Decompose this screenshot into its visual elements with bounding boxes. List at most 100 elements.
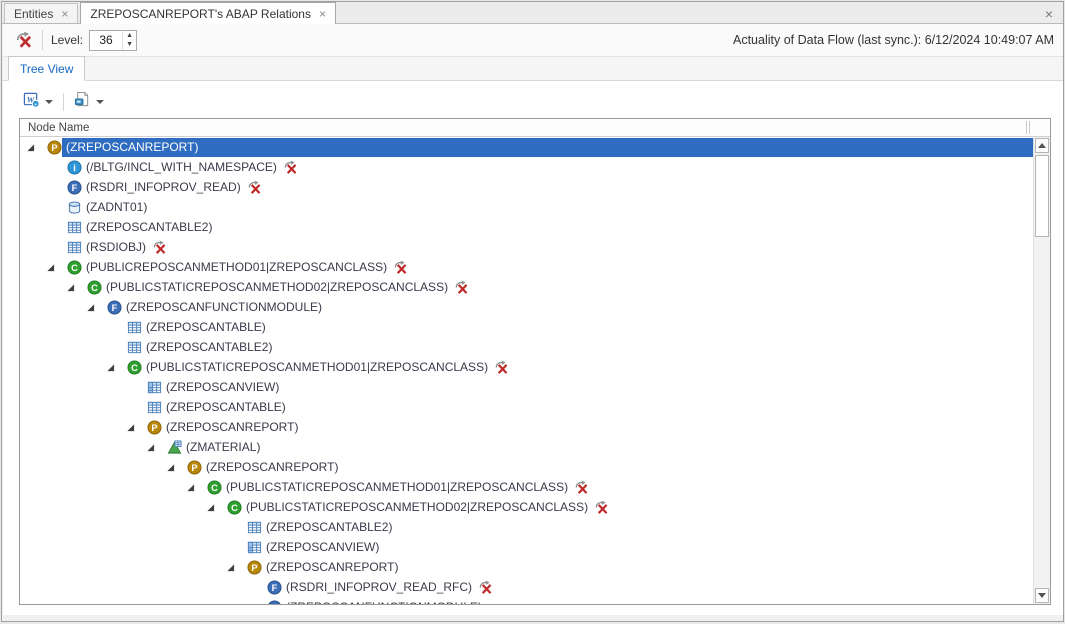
tree-row[interactable]: (ZREPOSCANVIEW) <box>20 537 1033 557</box>
node-label[interactable]: (RSDRI_INFOPROV_READ_RFC) <box>282 578 476 597</box>
svg-text:F: F <box>71 182 77 192</box>
tree-row[interactable]: (ZMATERIAL) <box>20 437 1033 457</box>
tree-row[interactable]: (ZREPOSCANTABLE2) <box>20 217 1033 237</box>
tree-row[interactable]: (ZREPOSCANTABLE2) <box>20 517 1033 537</box>
tree-row[interactable]: (ZADNT01) <box>20 197 1033 217</box>
tree-row[interactable]: C(PUBLICSTATICREPOSCANMETHOD02|ZREPOSCAN… <box>20 497 1033 517</box>
scroll-down-icon[interactable] <box>1035 588 1049 603</box>
expand-arrow-icon[interactable] <box>86 297 106 317</box>
app-window: Entities × ZREPOSCANREPORT's ABAP Relati… <box>1 1 1064 622</box>
tree-row[interactable]: F (RSDRI_INFOPROV_READ) <box>20 177 1033 197</box>
node-label[interactable]: (ZMATERIAL) <box>182 438 264 457</box>
tree-row[interactable]: C(PUBLICREPOSCANMETHOD01|ZREPOSCANCLASS) <box>20 257 1033 277</box>
node-label[interactable]: (ZREPOSCANVIEW) <box>162 378 283 397</box>
tree-row[interactable]: P(ZREPOSCANREPORT) <box>20 137 1033 157</box>
expand-arrow-icon[interactable] <box>106 357 126 377</box>
tree-row[interactable]: F(RSDRI_INFOPROV_READ_RFC) <box>20 577 1033 597</box>
table-icon <box>66 239 82 255</box>
node-label[interactable]: (RSDIOBJ) <box>82 238 150 257</box>
remove-relation-icon[interactable] <box>454 280 469 295</box>
scroll-up-icon[interactable] <box>1035 138 1049 153</box>
tree-row[interactable]: C(PUBLICSTATICREPOSCANMETHOD01|ZREPOSCAN… <box>20 477 1033 497</box>
expand-arrow-icon[interactable] <box>126 417 146 437</box>
vertical-scrollbar[interactable] <box>1033 137 1050 604</box>
chevron-down-icon[interactable] <box>45 100 53 104</box>
node-label[interactable]: (ZADNT01) <box>82 198 151 217</box>
node-label[interactable]: (PUBLICSTATICREPOSCANMETHOD01|ZREPOSCANC… <box>142 358 492 377</box>
expand-arrow-icon[interactable] <box>66 277 86 297</box>
tab-entities[interactable]: Entities × <box>4 3 78 23</box>
tabstrip-close-icon[interactable]: × <box>1045 6 1053 22</box>
node-label[interactable]: (PUBLICSTATICREPOSCANMETHOD01|ZREPOSCANC… <box>222 478 572 497</box>
tab-tree-view[interactable]: Tree View <box>8 56 85 81</box>
tab-entities-close-icon[interactable]: × <box>61 8 68 20</box>
node-label[interactable]: (ZREPOSCANREPORT) <box>262 558 402 577</box>
node-label[interactable]: (ZREPOSCANTABLE) <box>162 398 290 417</box>
level-spin-down-icon[interactable]: ▼ <box>123 40 136 50</box>
remove-relation-icon[interactable] <box>14 30 34 50</box>
tree-row[interactable]: F(ZREPOSCANFUNCTIONMODULE) <box>20 597 1033 604</box>
tree-column-header[interactable]: Node Name <box>20 119 1050 137</box>
tree-row[interactable]: F(ZREPOSCANFUNCTIONMODULE) <box>20 297 1033 317</box>
remove-relation-icon[interactable] <box>494 360 509 375</box>
chevron-down-icon[interactable] <box>96 100 104 104</box>
scrollbar-thumb[interactable] <box>1035 155 1049 237</box>
node-label[interactable]: (ZREPOSCANFUNCTIONMODULE) <box>122 298 326 317</box>
tree-row[interactable]: C (PUBLICSTATICREPOSCANMETHOD01|ZREPOSCAN… <box>20 357 1033 377</box>
expand-arrow-icon[interactable] <box>46 257 66 277</box>
node-label[interactable]: (ZREPOSCANTABLE2) <box>142 338 276 357</box>
tree-row[interactable]: i(/BLTG/INCL_WITH_NAMESPACE) <box>20 157 1033 177</box>
remove-relation-icon[interactable] <box>393 260 408 275</box>
node-label[interactable]: (PUBLICSTATICREPOSCANMETHOD02|ZREPOSCANC… <box>242 498 592 517</box>
svg-text:C: C <box>131 362 138 372</box>
tree-row[interactable]: P(ZREPOSCANREPORT) <box>20 557 1033 577</box>
tree-row[interactable]: C(PUBLICSTATICREPOSCANMETHOD02|ZREPOSCAN… <box>20 277 1033 297</box>
expand-arrow-icon[interactable] <box>246 597 266 604</box>
node-label[interactable]: (ZREPOSCANFUNCTIONMODULE) <box>282 598 486 605</box>
expand-arrow-icon[interactable] <box>186 477 206 497</box>
level-spinner[interactable]: ▲ ▼ <box>89 30 137 51</box>
node-label[interactable]: (ZREPOSCANREPORT) <box>202 458 342 477</box>
level-input[interactable] <box>90 31 122 50</box>
remove-relation-icon[interactable] <box>594 500 609 515</box>
remove-relation-icon[interactable] <box>574 480 589 495</box>
remove-relation-icon[interactable] <box>247 180 262 195</box>
node-label[interactable]: (ZREPOSCANTABLE2) <box>262 518 396 537</box>
tree-row[interactable]: (ZREPOSCANTABLE) <box>20 397 1033 417</box>
node-label[interactable]: (ZREPOSCANVIEW) <box>262 538 383 557</box>
expand-arrow-icon[interactable] <box>226 557 246 577</box>
tree-row[interactable]: P(ZREPOSCANREPORT) <box>20 457 1033 477</box>
node-label[interactable]: (ZREPOSCANTABLE2) <box>82 218 216 237</box>
sync-status-text: Actuality of Data Flow (last sync.): 6/1… <box>733 33 1054 47</box>
node-label[interactable]: (/BLTG/INCL_WITH_NAMESPACE) <box>82 158 281 177</box>
tree-row[interactable]: (ZREPOSCANTABLE) <box>20 317 1033 337</box>
tree-rows-viewport: P(ZREPOSCANREPORT)i(/BLTG/INCL_WITH_NAME… <box>20 137 1033 604</box>
tree-row[interactable]: (ZREPOSCANVIEW) <box>20 377 1033 397</box>
node-label[interactable]: (RSDRI_INFOPROV_READ) <box>82 178 245 197</box>
remove-relation-icon[interactable] <box>478 580 493 595</box>
tree-row[interactable]: (RSDIOBJ) <box>20 237 1033 257</box>
node-label[interactable]: (ZREPOSCANREPORT) <box>62 138 1033 157</box>
node-label[interactable]: (ZREPOSCANREPORT) <box>162 418 302 437</box>
arrow-slot-empty <box>46 217 66 237</box>
tree-row[interactable]: P(ZREPOSCANREPORT) <box>20 417 1033 437</box>
remove-relation-icon[interactable] <box>283 160 298 175</box>
remove-relation-icon[interactable] <box>152 240 167 255</box>
tree-row[interactable]: (ZREPOSCANTABLE2) <box>20 337 1033 357</box>
class-icon: C <box>86 279 102 295</box>
expand-arrow-icon[interactable] <box>166 457 186 477</box>
tab-abap-relations[interactable]: ZREPOSCANREPORT's ABAP Relations × <box>80 2 336 24</box>
node-label[interactable]: (ZREPOSCANTABLE) <box>142 318 270 337</box>
tree-grid: Node Name P(ZREPOSCANREPORT)i(/BLTG/INCL… <box>19 118 1051 605</box>
expand-arrow-icon[interactable] <box>26 137 46 157</box>
program-icon: P <box>186 459 202 475</box>
expand-arrow-icon[interactable] <box>146 437 166 457</box>
expand-arrow-icon[interactable] <box>206 497 226 517</box>
export-page-button[interactable] <box>70 88 108 116</box>
column-resize-grip[interactable] <box>1026 121 1030 134</box>
node-label[interactable]: (PUBLICSTATICREPOSCANMETHOD02|ZREPOSCANC… <box>102 278 452 297</box>
level-spin-up-icon[interactable]: ▲ <box>123 31 136 41</box>
tab-abap-relations-close-icon[interactable]: × <box>319 8 326 20</box>
export-word-button[interactable]: W <box>19 88 57 116</box>
node-label[interactable]: (PUBLICREPOSCANMETHOD01|ZREPOSCANCLASS) <box>82 258 391 277</box>
